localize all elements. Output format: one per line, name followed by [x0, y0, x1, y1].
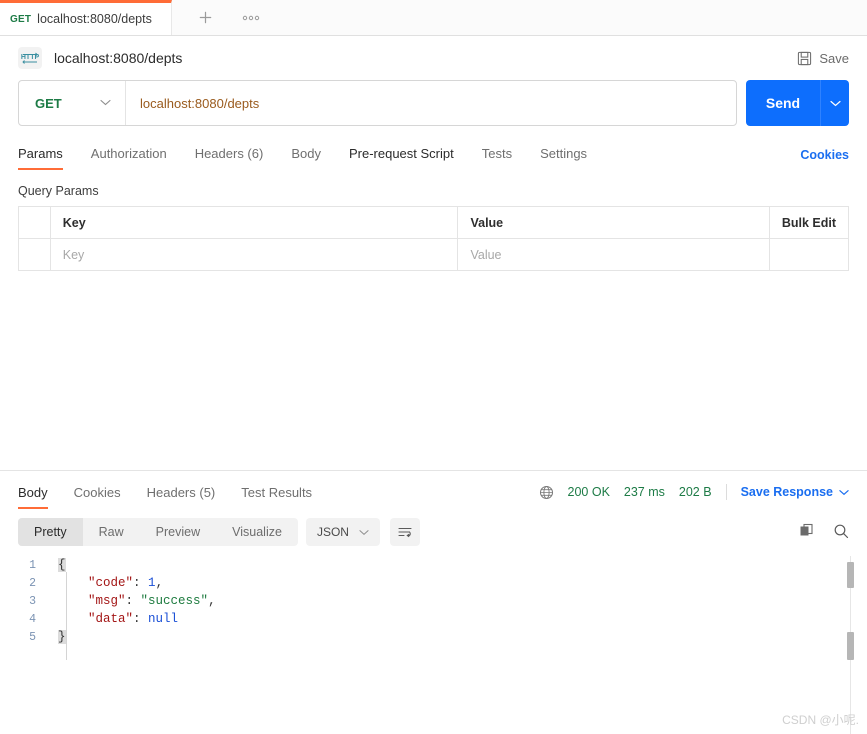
request-tabs: Params Authorization Headers (6) Body Pr…: [0, 140, 867, 171]
param-key-input[interactable]: [62, 247, 446, 262]
response-tab-headers[interactable]: Headers (5): [147, 485, 216, 509]
viewer-controls: Pretty Raw Preview Visualize JSON: [18, 518, 420, 546]
code-line: 3 "msg": "success",: [0, 592, 867, 610]
request-header: HTTP localhost:8080/depts Save: [0, 36, 867, 80]
line-number: 2: [29, 576, 36, 590]
language-label: JSON: [316, 525, 349, 539]
response-size: 202 B: [678, 485, 712, 499]
row-spacer-cell: [768, 238, 850, 272]
tab-body[interactable]: Body: [291, 146, 321, 170]
code-scrollbar-thumb-secondary[interactable]: [847, 632, 854, 660]
chevron-down-icon: [839, 489, 849, 495]
query-params-title: Query Params: [18, 184, 99, 199]
line-number: 1: [29, 558, 36, 572]
response-time: 237 ms: [623, 485, 665, 499]
postman-window: GET localhost:8080/depts HTTP localhost:…: [0, 0, 867, 734]
header-value: Value: [457, 206, 770, 240]
send-options-chevron-icon[interactable]: [821, 80, 849, 126]
viewer-tabs: Pretty Raw Preview Visualize: [18, 518, 298, 546]
response-tab-cookies[interactable]: Cookies: [74, 485, 121, 509]
tab-headers[interactable]: Headers (6): [195, 146, 264, 170]
header-key: Key: [49, 206, 459, 240]
viewer-tab-visualize[interactable]: Visualize: [216, 518, 298, 546]
code-scrollbar-thumb[interactable]: [847, 562, 854, 588]
response-pane: Body Cookies Headers (5) Test Results 20…: [0, 470, 867, 734]
request-pane: HTTP localhost:8080/depts Save GET local…: [0, 36, 867, 470]
code-line: 4 "data": null: [0, 610, 867, 628]
code-line-text: }: [58, 630, 66, 644]
row-checkbox[interactable]: [18, 238, 51, 272]
table-header-row: Key Value Bulk Edit: [18, 206, 850, 240]
code-line-text: "msg": "success",: [88, 594, 216, 608]
request-tab-active[interactable]: GET localhost:8080/depts: [0, 0, 172, 36]
search-icon[interactable]: [833, 523, 849, 542]
copy-icon[interactable]: [799, 523, 815, 542]
line-number: 3: [29, 594, 36, 608]
url-bar: GET Send: [0, 80, 867, 127]
globe-icon: [539, 485, 554, 500]
tab-bar-actions: [172, 0, 867, 37]
response-toolbar-right: [799, 523, 849, 542]
tab-bar: GET localhost:8080/depts: [0, 0, 867, 37]
code-rows: 1 { 2 "code": 1, 3 "msg": "success", 4 "…: [0, 556, 867, 646]
response-meta: 200 OK 237 ms 202 B Save Response: [539, 484, 849, 500]
language-select[interactable]: JSON: [305, 518, 380, 546]
save-response-label: Save Response: [740, 485, 833, 499]
request-header-left: HTTP localhost:8080/depts: [18, 47, 183, 70]
url-input[interactable]: [126, 81, 736, 126]
code-line-text: "code": 1,: [88, 576, 164, 590]
request-pane-spacer: [0, 271, 867, 470]
response-toolbar: Pretty Raw Preview Visualize JSON: [0, 514, 867, 550]
url-input-group: GET: [18, 80, 737, 127]
response-tabs-list: Body Cookies Headers (5) Test Results: [18, 475, 312, 509]
ellipsis-icon[interactable]: [240, 7, 262, 29]
watermark: CSDN @小呢.: [782, 713, 859, 727]
http-method-label: GET: [35, 95, 62, 111]
tab-method-label: GET: [10, 13, 32, 25]
floppy-disk-icon: [798, 51, 812, 65]
param-value-input[interactable]: [470, 247, 757, 262]
send-button[interactable]: Send: [746, 80, 821, 127]
response-tabs: Body Cookies Headers (5) Test Results 20…: [0, 475, 867, 509]
code-line: 2 "code": 1,: [0, 574, 867, 592]
code-line: 5 }: [0, 628, 867, 646]
request-name: localhost:8080/depts: [54, 50, 183, 67]
send-group: Send: [746, 80, 849, 127]
response-tab-test-results[interactable]: Test Results: [241, 485, 312, 509]
line-number: 5: [29, 630, 36, 644]
tab-settings[interactable]: Settings: [540, 146, 587, 170]
code-line: 1 {: [0, 556, 867, 574]
save-button-label: Save: [819, 50, 849, 66]
save-button[interactable]: Save: [797, 51, 849, 66]
cookies-link[interactable]: Cookies: [800, 148, 849, 162]
tab-authorization[interactable]: Authorization: [91, 146, 167, 170]
save-response-button[interactable]: Save Response: [741, 485, 849, 499]
code-line-text: {: [58, 558, 66, 572]
code-fold-guide: [66, 572, 67, 660]
viewer-tab-raw[interactable]: Raw: [83, 518, 140, 546]
meta-divider: [725, 484, 727, 500]
line-number: 4: [29, 612, 36, 626]
request-tabs-list: Params Authorization Headers (6) Body Pr…: [18, 140, 587, 171]
plus-icon[interactable]: [194, 7, 216, 29]
tab-params[interactable]: Params: [18, 146, 63, 171]
send-button-label: Send: [765, 95, 801, 112]
http-protocol-icon: HTTP: [18, 47, 42, 70]
viewer-tab-pretty[interactable]: Pretty: [18, 518, 83, 546]
tab-tests[interactable]: Tests: [482, 146, 512, 170]
tab-title-label: localhost:8080/depts: [37, 12, 152, 27]
header-checkbox-cell: [18, 206, 51, 240]
response-status: 200 OK: [567, 485, 610, 499]
bulk-edit-button[interactable]: Bulk Edit: [768, 206, 850, 240]
viewer-tab-preview[interactable]: Preview: [140, 518, 216, 546]
query-params-table: Key Value Bulk Edit: [18, 206, 850, 272]
response-tab-body[interactable]: Body: [18, 485, 48, 509]
chevron-down-icon: [359, 529, 369, 535]
response-body-code[interactable]: 1 { 2 "code": 1, 3 "msg": "success", 4 "…: [0, 556, 867, 734]
table-row: [18, 238, 850, 272]
tab-pre-request-script[interactable]: Pre-request Script: [349, 146, 454, 170]
http-method-select[interactable]: GET: [19, 81, 126, 126]
chevron-down-icon: [100, 98, 111, 109]
wrap-lines-icon[interactable]: [389, 518, 420, 546]
